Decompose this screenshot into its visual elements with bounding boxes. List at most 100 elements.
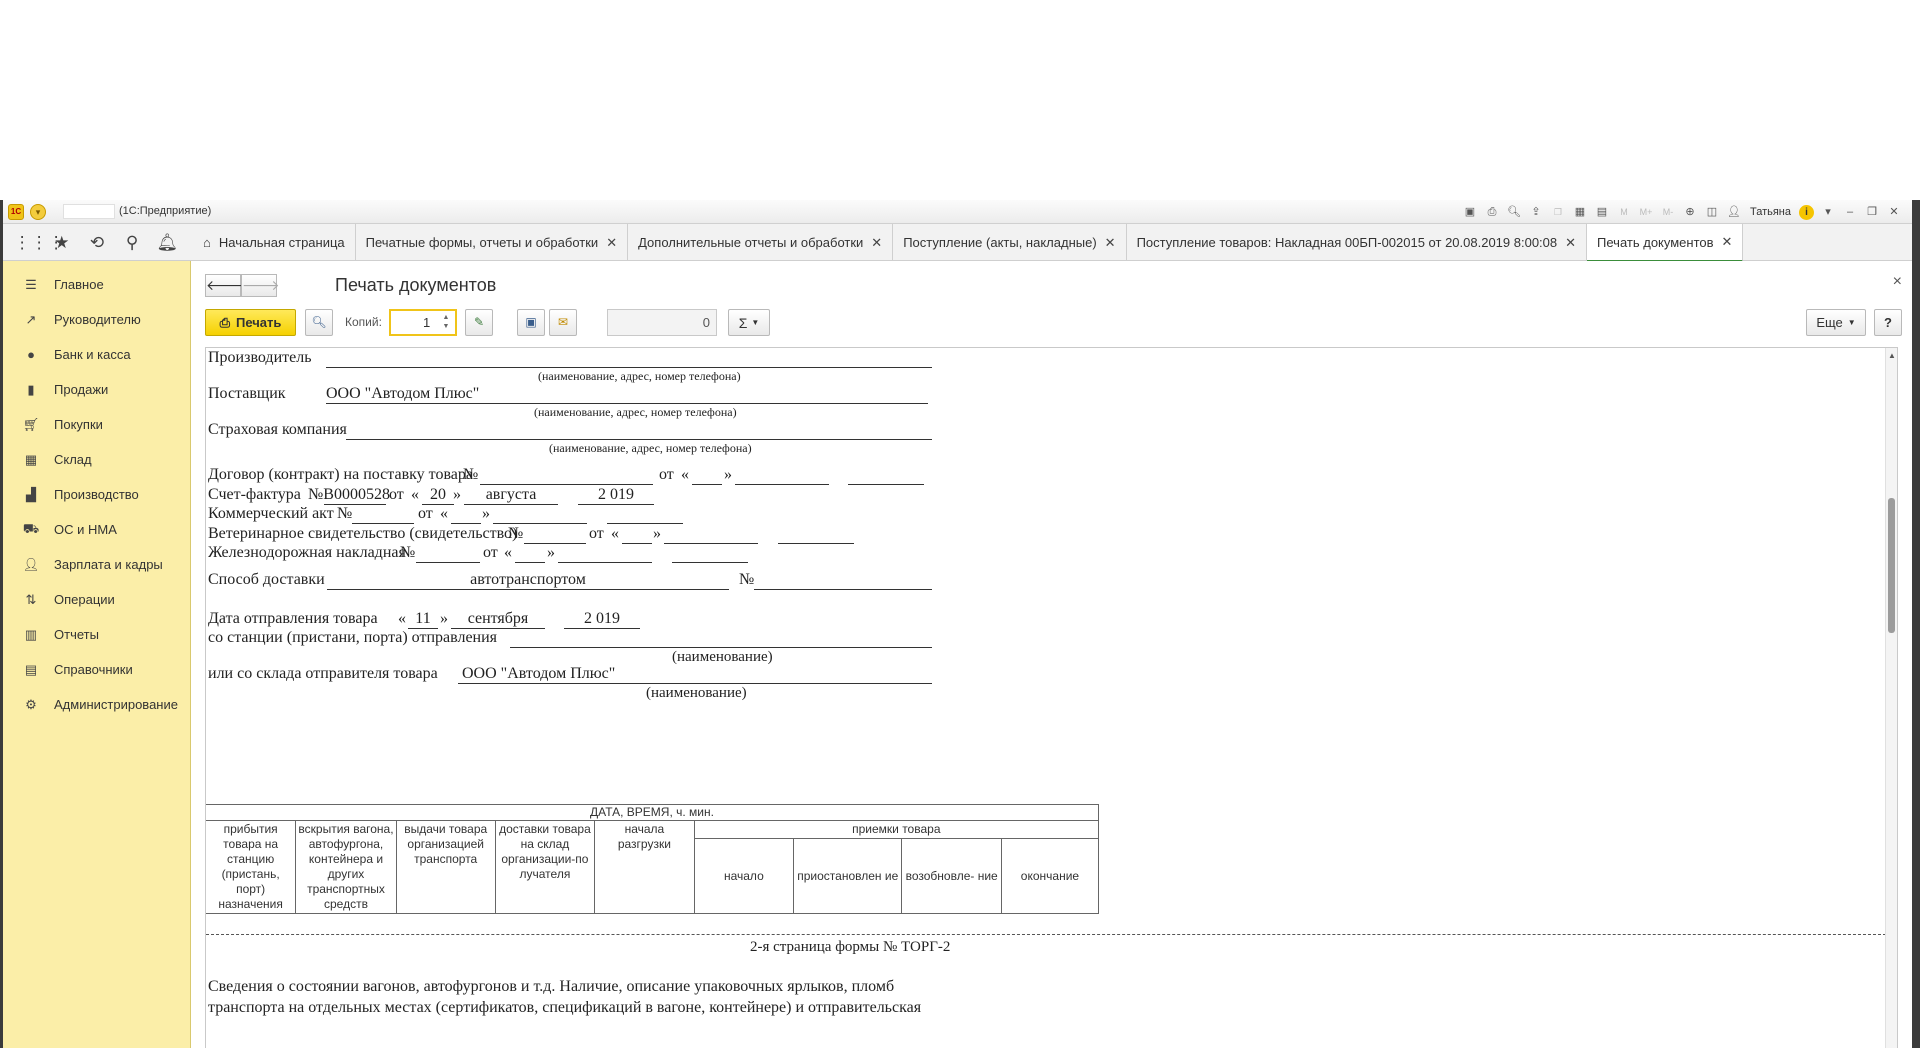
edit-document-button[interactable]: ✎ bbox=[465, 309, 493, 336]
main-menu-icon[interactable]: ▾ bbox=[30, 204, 46, 220]
person-icon: 👤︎ bbox=[22, 556, 40, 572]
sidebar-item-administration[interactable]: ⚙ Администрирование bbox=[3, 687, 190, 722]
sidebar-item-main[interactable]: ☰ Главное bbox=[3, 267, 190, 302]
close-window-icon[interactable]: ✕ bbox=[1886, 204, 1902, 220]
invoice-label: Счет-фактура bbox=[208, 486, 301, 503]
quote-open: « bbox=[504, 544, 512, 561]
act-day-line bbox=[451, 523, 481, 524]
email-button[interactable]: ✉ bbox=[549, 309, 577, 336]
print-icon[interactable]: ⎙ bbox=[1484, 204, 1500, 220]
sidebar-item-operations[interactable]: ⇅ Операции bbox=[3, 582, 190, 617]
panel-icon[interactable]: ◫ bbox=[1704, 204, 1720, 220]
quote-close: » bbox=[724, 466, 732, 483]
window-tabs: ⌂ Начальная страница Печатные формы, отч… bbox=[193, 224, 1744, 262]
table-col-issue: выдачи товара организацией транспорта bbox=[395, 820, 496, 914]
sidebar-item-manager[interactable]: ↗ Руководителю bbox=[3, 302, 190, 337]
delivery-value: автотранспортом bbox=[470, 571, 586, 588]
search-icon[interactable]: ⚲ bbox=[119, 233, 145, 253]
preview-button[interactable]: 🔍︎ bbox=[305, 309, 333, 336]
copy-icon[interactable]: ❐ bbox=[1550, 204, 1566, 220]
tab-label: Поступление (акты, накладные) bbox=[903, 235, 1097, 250]
printer-icon: ⎙ bbox=[219, 314, 230, 330]
warehouse-line bbox=[458, 683, 932, 684]
cart-icon: 🛒︎ bbox=[22, 416, 40, 432]
favorites-star-icon[interactable]: ★ bbox=[49, 233, 75, 253]
forward-arrow-icon[interactable]: 🡒 bbox=[241, 274, 280, 297]
minimize-icon[interactable]: – bbox=[1842, 204, 1858, 220]
sidebar-item-reports[interactable]: ▥ Отчеты bbox=[3, 617, 190, 652]
table-col-arrival: прибытия товара на станцию (пристань, по… bbox=[206, 820, 297, 914]
help-button[interactable]: ? bbox=[1874, 309, 1902, 336]
torg2-form: Производитель (наименование, адрес, номе… bbox=[206, 348, 1886, 1048]
close-icon[interactable]: ✕ bbox=[1105, 235, 1116, 251]
quote-open: « bbox=[411, 486, 419, 503]
copies-stepper[interactable]: ▲ ▼ bbox=[439, 313, 453, 332]
tab-home[interactable]: ⌂ Начальная страница bbox=[193, 224, 356, 261]
restore-icon[interactable]: ❐ bbox=[1864, 204, 1880, 220]
table-col-opening: вскрытия вагона, автофургона, контейнера… bbox=[295, 820, 397, 914]
tab-receipts[interactable]: Поступление (акты, накладные) ✕ bbox=[893, 224, 1127, 261]
invoice-year: 2 019 bbox=[598, 486, 634, 503]
tab-print-documents[interactable]: Печать документов ✕ bbox=[1587, 224, 1744, 262]
info-icon[interactable]: i bbox=[1799, 204, 1814, 220]
sum-button[interactable]: Σ ▼ bbox=[728, 309, 770, 336]
table-col-acceptance: приемки товара bbox=[693, 819, 1100, 840]
copies-input[interactable]: 1 ▲ ▼ bbox=[389, 309, 457, 336]
more-button[interactable]: Еще ▼ bbox=[1806, 309, 1866, 336]
sections-panel: ☰ Главное ↗ Руководителю ● Банк и касса ▮ Пр… bbox=[3, 261, 191, 1048]
close-icon[interactable]: ✕ bbox=[606, 235, 617, 251]
sidebar-item-warehouse[interactable]: ▦ Склад bbox=[3, 442, 190, 477]
memory-minus-icon[interactable]: M- bbox=[1660, 204, 1676, 220]
bell-icon[interactable]: 🔔︎ bbox=[154, 233, 180, 253]
close-icon[interactable]: ✕ bbox=[1722, 234, 1733, 250]
save-button[interactable]: ▣ bbox=[517, 309, 545, 336]
back-arrow-icon[interactable]: 🡐 bbox=[205, 274, 244, 297]
table-icon[interactable]: ▦ bbox=[1572, 204, 1588, 220]
close-icon[interactable]: ✕ bbox=[1565, 235, 1576, 251]
supplier-value: ООО "Автодом Плюс" bbox=[326, 385, 480, 402]
tab-goods-receipt[interactable]: Поступление товаров: Накладная 00БП-0020… bbox=[1127, 224, 1588, 261]
sidebar-item-bank[interactable]: ● Банк и касса bbox=[3, 337, 190, 372]
sidebar-item-label: Справочники bbox=[54, 662, 133, 677]
close-icon[interactable]: × bbox=[1893, 273, 1902, 291]
sidebar-item-fixed-assets[interactable]: ⛟ ОС и НМА bbox=[3, 512, 190, 547]
open-windows-bar: ⋮⋮⋮ ★ ⟲ ⚲ 🔔︎ ⌂ Начальная страница Печатн… bbox=[3, 224, 1912, 262]
print-button[interactable]: ⎙ Печать bbox=[205, 309, 296, 336]
tab-label: Поступление товаров: Накладная 00БП-0020… bbox=[1136, 235, 1558, 250]
sidebar-item-sales[interactable]: ▮ Продажи bbox=[3, 372, 190, 407]
sidebar-item-purchases[interactable]: 🛒︎ Покупки bbox=[3, 407, 190, 442]
sidebar-item-directories[interactable]: ▤ Справочники bbox=[3, 652, 190, 687]
scroll-thumb[interactable] bbox=[1888, 498, 1895, 633]
save-icon[interactable]: ▣ bbox=[1462, 204, 1478, 220]
upload-icon[interactable]: ⇪ bbox=[1528, 204, 1544, 220]
user-icon: 👤︎ bbox=[1726, 206, 1741, 218]
memory-plus-icon[interactable]: M+ bbox=[1638, 204, 1654, 220]
operations-icon: ⇅ bbox=[25, 591, 37, 607]
tab-additional-reports[interactable]: Дополнительные отчеты и обработки ✕ bbox=[628, 224, 894, 261]
app-logo-icon[interactable]: 1С bbox=[8, 204, 24, 220]
memory-m-icon[interactable]: M bbox=[1616, 204, 1632, 220]
sum-icon: Σ bbox=[738, 314, 748, 331]
sidebar-item-production[interactable]: ▟ Производство bbox=[3, 477, 190, 512]
infobase-name-field bbox=[63, 204, 115, 219]
sidebar-item-label: Продажи bbox=[54, 382, 109, 397]
coin-icon: ● bbox=[27, 347, 35, 362]
tab-print-forms[interactable]: Печатные формы, отчеты и обработки ✕ bbox=[356, 224, 629, 261]
toolbar: ⎙ Печать 🔍︎ Копий: 1 ▲ ▼ ✎ ▣ ✉ 0 Σ ▼ Еще … bbox=[205, 309, 1902, 337]
chevron-down-icon: ▼ bbox=[1847, 318, 1856, 327]
vet-day-line bbox=[622, 543, 652, 544]
preview-icon[interactable]: 🔍︎ bbox=[1506, 204, 1522, 220]
sidebar-item-salary[interactable]: 👤︎ Зарплата и кадры bbox=[3, 547, 190, 582]
user-name[interactable]: Татьяна bbox=[1750, 206, 1791, 218]
chevron-down-icon[interactable]: ▾ bbox=[1820, 204, 1836, 220]
contract-label: Договор (контракт) на поставку товара bbox=[208, 466, 473, 483]
scroll-up-icon[interactable]: ▲ bbox=[1888, 351, 1896, 360]
close-icon[interactable]: ✕ bbox=[871, 235, 882, 251]
calendar-icon[interactable]: ▤ bbox=[1594, 204, 1610, 220]
zoom-icon[interactable]: ⊕ bbox=[1682, 204, 1698, 220]
all-functions-icon[interactable]: ⋮⋮⋮ bbox=[14, 233, 65, 253]
vertical-scrollbar[interactable]: ▲ bbox=[1885, 348, 1897, 1048]
history-icon[interactable]: ⟲ bbox=[84, 233, 110, 253]
from-label: от bbox=[483, 544, 498, 561]
spreadsheet-document[interactable]: Производитель (наименование, адрес, номе… bbox=[205, 347, 1898, 1048]
